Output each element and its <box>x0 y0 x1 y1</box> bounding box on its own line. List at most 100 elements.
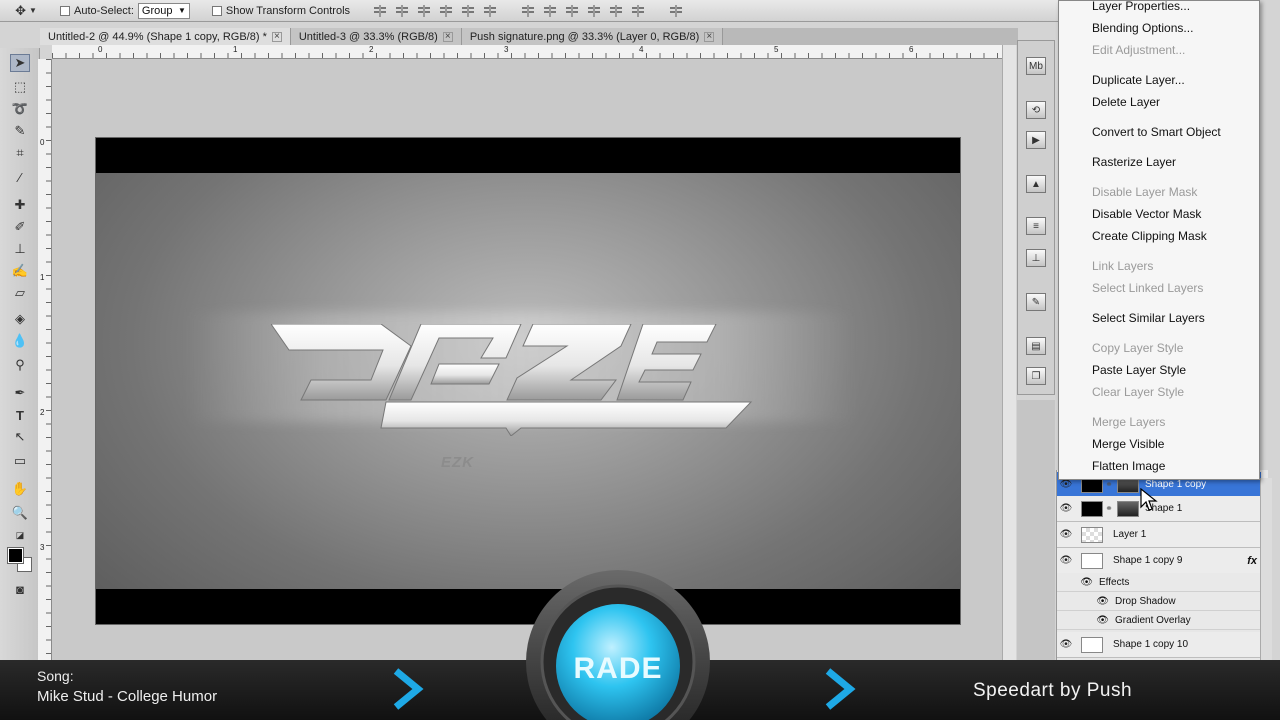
close-icon[interactable]: × <box>271 31 282 42</box>
quick-mask-icon[interactable]: ◙ <box>10 580 30 598</box>
layer-comps-icon[interactable]: ❐ <box>1026 367 1046 385</box>
letterbox-top <box>96 138 960 173</box>
menu-item-blending-options[interactable]: Blending Options... <box>1092 21 1193 35</box>
clone-stamp-tool-icon[interactable]: ⊥ <box>10 240 30 258</box>
close-icon[interactable]: × <box>442 31 453 42</box>
effect-row[interactable]: 👁 Gradient Overlay <box>1057 611 1261 630</box>
menu-item-copy-layer-style: Copy Layer Style <box>1092 341 1184 355</box>
notes-icon[interactable]: ▤ <box>1026 337 1046 355</box>
layers-scrollbar[interactable] <box>1260 478 1272 660</box>
show-transform-checkbox[interactable] <box>211 5 222 16</box>
menu-item-select-similar-layers[interactable]: Select Similar Layers <box>1092 311 1205 325</box>
ruler-tick-label: 0 <box>40 138 45 147</box>
effects-row[interactable]: 👁 Effects <box>1057 573 1261 592</box>
hand-tool-icon[interactable]: ✋ <box>10 480 30 498</box>
brush-presets-icon[interactable]: ≡ <box>1026 217 1046 235</box>
actions-icon[interactable]: ▶ <box>1026 131 1046 149</box>
menu-item-convert-smart-object[interactable]: Convert to Smart Object <box>1092 125 1221 139</box>
panel-dock-background <box>1017 400 1055 660</box>
layer-name: Layer 1 <box>1113 529 1147 540</box>
auto-select-dropdown[interactable]: Group ▼ <box>137 2 190 19</box>
menu-item-rasterize-layer[interactable]: Rasterize Layer <box>1092 155 1176 169</box>
tool-preset-picker[interactable]: ✥ ▼ <box>0 1 52 21</box>
brush-tool-icon[interactable]: ✐ <box>10 218 30 236</box>
effect-row[interactable]: 👁 Drop Shadow <box>1057 592 1261 611</box>
align-hcenter-icon[interactable] <box>460 4 476 18</box>
ruler-tick-label: 3 <box>504 45 509 54</box>
distribute-top-icon[interactable] <box>520 4 536 18</box>
visibility-eye-icon[interactable]: 👁 <box>1057 479 1075 490</box>
mini-bridge-icon[interactable]: Mb <box>1026 57 1046 75</box>
pen-tool-icon[interactable]: ✒ <box>10 384 30 402</box>
ruler-tick-label: 3 <box>40 543 45 552</box>
tab-untitled-2[interactable]: Untitled-2 @ 44.9% (Shape 1 copy, RGB/8)… <box>40 28 291 45</box>
layer-row[interactable]: 👁 Shape 1 copy 10 <box>1057 632 1261 658</box>
healing-brush-tool-icon[interactable]: ✚ <box>10 196 30 214</box>
crop-tool-icon[interactable]: ⌗ <box>10 144 30 162</box>
visibility-eye-icon[interactable]: 👁 <box>1057 596 1109 607</box>
align-left-icon[interactable] <box>438 4 454 18</box>
paint-bucket-tool-icon[interactable]: ◈ <box>10 310 30 328</box>
align-vcenter-icon[interactable] <box>394 4 410 18</box>
canvas-scrollbar[interactable] <box>1002 45 1016 660</box>
distribute-right-icon[interactable] <box>630 4 646 18</box>
tools-panel: ➤ ⬚ ➰ ✎ ⌗ ⁄ ✚ ✐ ⊥ ✍ ▱ ◈ 💧 ⚲ ✒ T ↖ ▭ ✋ 🔍 … <box>0 48 40 660</box>
histogram-icon[interactable]: ▲ <box>1026 175 1046 193</box>
menu-item-merge-visible[interactable]: Merge Visible <box>1092 437 1164 451</box>
align-top-icon[interactable] <box>372 4 388 18</box>
path-select-tool-icon[interactable]: ↖ <box>10 428 30 446</box>
zoom-tool-icon[interactable]: 🔍 <box>10 504 30 522</box>
visibility-eye-icon[interactable]: 👁 <box>1057 529 1075 540</box>
marquee-tool-icon[interactable]: ⬚ <box>10 78 30 96</box>
eyedropper-tool-icon[interactable]: ⁄ <box>10 168 30 186</box>
default-colors-icon[interactable]: ◪ <box>10 526 30 544</box>
fx-icon[interactable]: fx <box>1247 555 1257 567</box>
layer-thumbnail <box>1081 526 1103 543</box>
auto-select-checkbox[interactable] <box>60 5 70 16</box>
menu-item-layer-properties[interactable]: Layer Properties... <box>1092 0 1190 13</box>
menu-item-flatten-image[interactable]: Flatten Image <box>1092 459 1165 473</box>
document-canvas[interactable]: EZK <box>95 137 961 625</box>
layer-row[interactable]: 👁 ⚭ Shape 1 <box>1057 496 1261 522</box>
align-right-icon[interactable] <box>482 4 498 18</box>
visibility-eye-icon[interactable]: 👁 <box>1057 555 1075 566</box>
dodge-tool-icon[interactable]: ⚲ <box>10 356 30 374</box>
menu-item-clear-layer-style: Clear Layer Style <box>1092 385 1185 399</box>
lasso-tool-icon[interactable]: ➰ <box>10 100 30 118</box>
eraser-tool-icon[interactable]: ▱ <box>10 284 30 302</box>
visibility-eye-icon[interactable]: 👁 <box>1057 639 1075 650</box>
menu-item-paste-layer-style[interactable]: Paste Layer Style <box>1092 363 1186 377</box>
auto-align-icon[interactable] <box>668 4 684 18</box>
distribute-left-icon[interactable] <box>586 4 602 18</box>
tab-untitled-3[interactable]: Untitled-3 @ 33.3% (RGB/8) × <box>290 28 462 45</box>
tool-presets-icon[interactable]: ✎ <box>1026 293 1046 311</box>
visibility-eye-icon[interactable]: 👁 <box>1057 577 1093 588</box>
history-icon[interactable]: ⟲ <box>1026 101 1046 119</box>
menu-item-merge-layers: Merge Layers <box>1092 415 1166 429</box>
layer-row[interactable]: 👁 Shape 1 copy 9 fx <box>1057 548 1261 574</box>
close-icon[interactable]: × <box>704 31 715 42</box>
layer-row[interactable]: 👁 Layer 1 <box>1057 522 1261 548</box>
type-tool-icon[interactable]: T <box>10 406 30 424</box>
menu-item-create-clipping-mask[interactable]: Create Clipping Mask <box>1092 229 1207 243</box>
ruler-tick-label: 6 <box>909 45 914 54</box>
move-tool-icon: ✥ <box>15 2 26 18</box>
visibility-eye-icon[interactable]: 👁 <box>1057 615 1109 626</box>
clone-source-icon[interactable]: ⊥ <box>1026 249 1046 267</box>
menu-item-disable-vector-mask[interactable]: Disable Vector Mask <box>1092 207 1201 221</box>
history-brush-tool-icon[interactable]: ✍ <box>10 262 30 280</box>
tab-push-signature[interactable]: Push signature.png @ 33.3% (Layer 0, RGB… <box>461 28 724 45</box>
distribute-hcenter-icon[interactable] <box>608 4 624 18</box>
distribute-vcenter-icon[interactable] <box>542 4 558 18</box>
distribute-bottom-icon[interactable] <box>564 4 580 18</box>
shape-tool-icon[interactable]: ▭ <box>10 452 30 470</box>
blur-tool-icon[interactable]: 💧 <box>10 332 30 350</box>
align-bottom-icon[interactable] <box>416 4 432 18</box>
menu-item-delete-layer[interactable]: Delete Layer <box>1092 95 1160 109</box>
tab-label: Untitled-2 @ 44.9% (Shape 1 copy, RGB/8)… <box>48 30 267 43</box>
menu-item-duplicate-layer[interactable]: Duplicate Layer... <box>1092 73 1185 87</box>
move-tool-icon[interactable]: ➤ <box>10 54 30 72</box>
foreground-color-swatch[interactable] <box>7 547 24 564</box>
visibility-eye-icon[interactable]: 👁 <box>1057 503 1075 514</box>
quick-select-tool-icon[interactable]: ✎ <box>10 122 30 140</box>
